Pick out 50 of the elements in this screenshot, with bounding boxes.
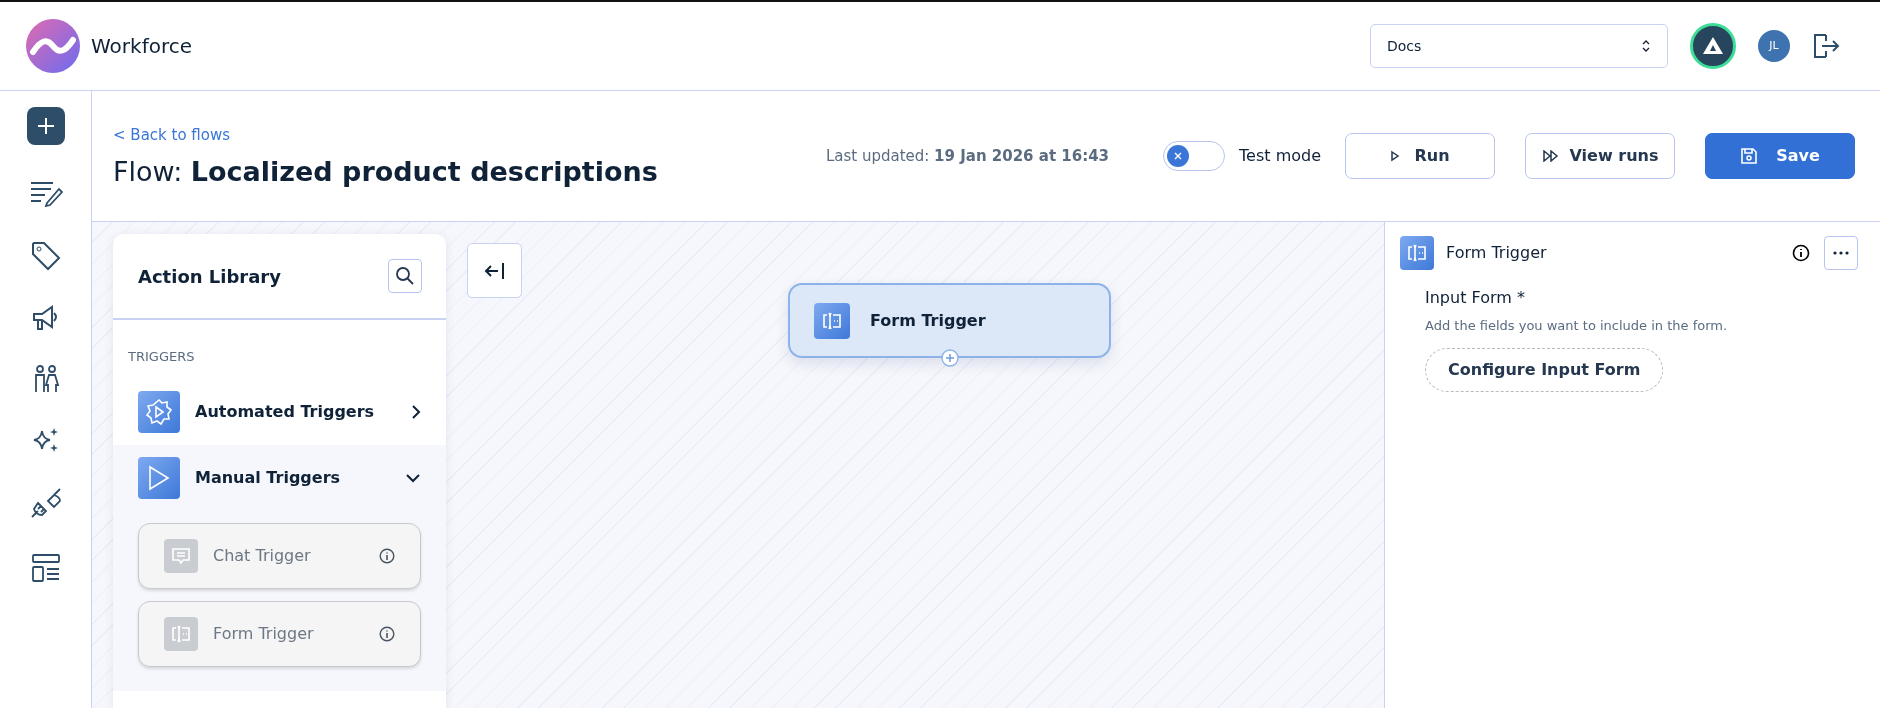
chevron-down-icon	[405, 472, 421, 483]
workspace-select[interactable]: Docs	[1370, 24, 1668, 68]
panel-title: Form Trigger	[1446, 242, 1547, 264]
view-runs-button[interactable]: View runs	[1525, 133, 1675, 179]
info-icon[interactable]	[1792, 244, 1810, 262]
form-icon	[1400, 236, 1434, 270]
trigger-group-row[interactable]: Manual Triggers	[138, 456, 421, 499]
floppy-disk-icon	[1740, 147, 1759, 165]
back-link[interactable]: < Back to flows	[113, 125, 231, 144]
logo-icon	[25, 18, 81, 74]
more-icon	[1833, 251, 1849, 255]
collapse-panel-button[interactable]	[467, 243, 522, 298]
chat-icon	[164, 538, 198, 573]
search-icon	[395, 266, 415, 286]
flow-title: Flow: Localized product descriptions	[113, 156, 658, 189]
play-icon	[1390, 150, 1401, 162]
dropdown-chevrons-icon	[1641, 39, 1651, 53]
user-avatar[interactable]: JL	[1758, 30, 1790, 62]
play-icon	[138, 456, 180, 499]
trigger-group-row[interactable]: Automated Triggers	[138, 390, 421, 433]
form-icon	[164, 616, 198, 651]
double-play-icon	[1541, 150, 1560, 162]
run-button[interactable]: Run	[1345, 133, 1495, 179]
megaphone-icon[interactable]	[31, 305, 60, 331]
flow-node[interactable]: Form Trigger	[788, 283, 1111, 358]
form-icon	[814, 302, 850, 339]
field-label: Input Form *	[1425, 287, 1526, 309]
add-button[interactable]	[26, 107, 65, 145]
configure-input-form-button[interactable]: Configure Input Form	[1425, 347, 1664, 392]
test-mode-label: Test mode	[1239, 145, 1321, 167]
section-heading: TRIGGERS	[127, 348, 196, 366]
arrow-left-bar-icon	[483, 260, 506, 281]
app-name: Workforce	[91, 33, 192, 60]
plus-icon	[35, 116, 56, 136]
field-help-text: Add the fields you want to include in the form.	[1425, 317, 1729, 335]
save-button[interactable]: Save	[1705, 133, 1855, 179]
gear-play-icon	[138, 390, 180, 433]
plug-icon[interactable]	[29, 487, 62, 519]
sparkles-icon[interactable]	[31, 427, 60, 453]
notes-icon[interactable]	[28, 179, 63, 207]
test-mode-toggle[interactable]	[1163, 141, 1226, 171]
search-button[interactable]	[388, 259, 422, 293]
layout-icon[interactable]	[30, 553, 61, 583]
panel-title: Action Library	[138, 264, 281, 289]
close-icon	[1173, 151, 1184, 161]
last-updated-text: Last updated: 19 Jan 2026 at 16:43	[825, 145, 1110, 167]
chevron-right-icon	[411, 403, 421, 420]
triangle-logo-icon[interactable]	[1690, 23, 1736, 69]
tag-icon[interactable]	[30, 241, 61, 271]
logout-icon[interactable]	[1812, 33, 1840, 59]
